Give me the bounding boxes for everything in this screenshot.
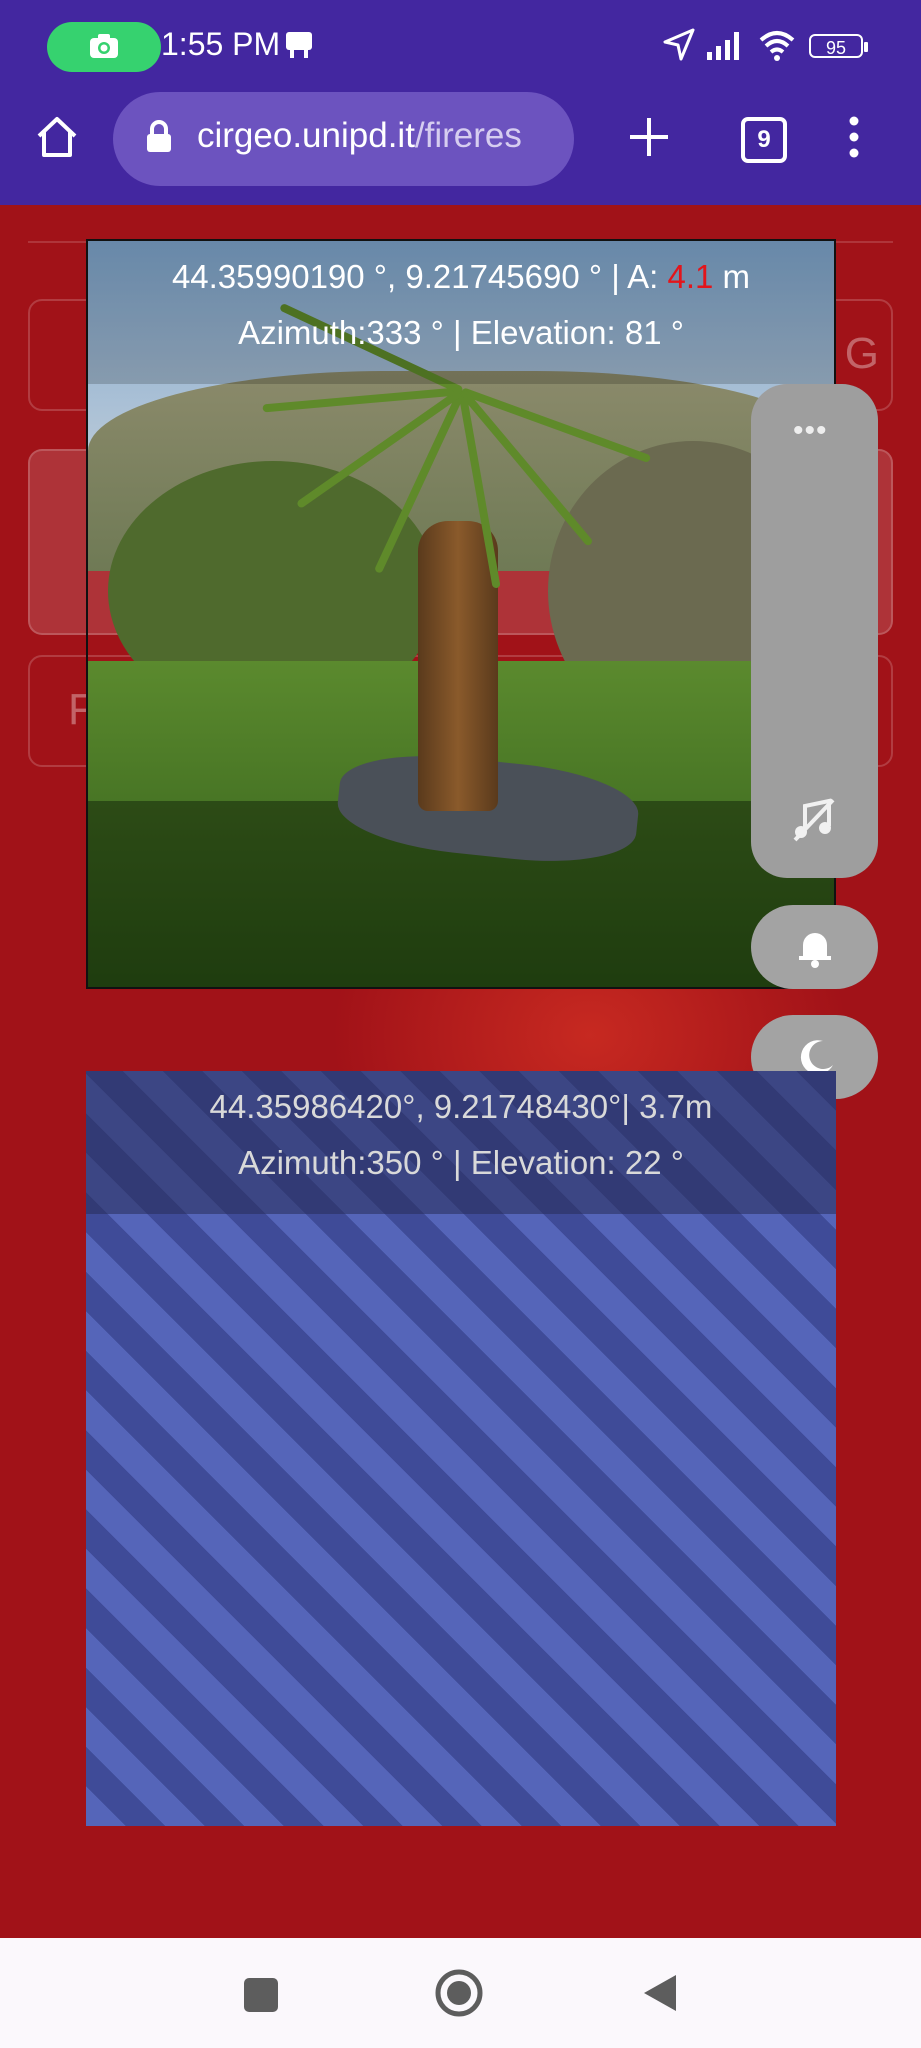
camera-orientation: Azimuth:333 ° | Elevation: 81 ° [238,314,684,351]
camera-accuracy: 4.1 [667,258,714,295]
floating-tool-panel: ••• [751,384,878,878]
home-icon[interactable] [34,114,80,160]
home-button[interactable] [434,1968,484,2018]
overflow-menu-icon[interactable] [846,114,862,160]
signal-icon [707,32,739,60]
address-bar[interactable]: cirgeo.unipd.it/fireres [113,92,574,186]
camera-icon [90,34,118,58]
more-icon[interactable]: ••• [793,414,828,448]
map-orientation: Azimuth:350 ° | Elevation: 22 ° [238,1144,684,1181]
tab-switcher-button[interactable]: 9 [741,117,787,163]
notification-icon [286,32,312,58]
bell-icon [799,933,831,968]
camera-coords-text: 44.35990190 °, 9.21745690 ° | A: [171,258,668,295]
url-text: cirgeo.unipd.it/fireres [197,116,522,156]
web-page: G F 44.35990190 °, 9.21745690 ° | A: 4.1… [0,205,921,1938]
palm-trunk [418,521,498,811]
url-path: /fireres [414,116,522,155]
wifi-icon [759,31,795,61]
notification-toggle-button[interactable] [751,905,878,989]
map-coordinates: 44.35986420°, 9.21748430°| 3.7m [209,1088,713,1125]
camera-coordinates: 44.35990190 °, 9.21745690 ° | A: 4.1 m [88,249,834,305]
screen-recorder-pill[interactable] [47,22,161,72]
camera-view[interactable]: 44.35990190 °, 9.21745690 ° | A: 4.1 m A… [86,239,836,989]
url-domain: cirgeo.unipd.it [197,116,415,155]
new-tab-icon[interactable] [626,114,672,160]
browser-toolbar: cirgeo.unipd.it/fireres 9 [0,92,921,205]
system-navigation-bar [0,1938,921,2048]
recents-button[interactable] [240,1974,282,2016]
status-bar: 1:55 PM 95 [0,0,921,92]
camera-info-overlay: 44.35990190 °, 9.21745690 ° | A: 4.1 m A… [88,241,834,384]
clock: 1:55 PM [161,26,281,62]
map-info-overlay: 44.35986420°, 9.21748430°| 3.7m Azimuth:… [86,1071,836,1214]
battery-icon: 95 [809,34,868,58]
location-arrow-icon [663,28,695,61]
back-button[interactable] [638,1971,680,2015]
camera-accuracy-unit: m [713,258,751,295]
lock-icon [147,120,171,152]
map-view[interactable]: 44.35986420°, 9.21748430°| 3.7m Azimuth:… [86,1071,836,1826]
music-off-icon[interactable] [791,796,837,842]
background-letter-right: G [844,329,879,378]
